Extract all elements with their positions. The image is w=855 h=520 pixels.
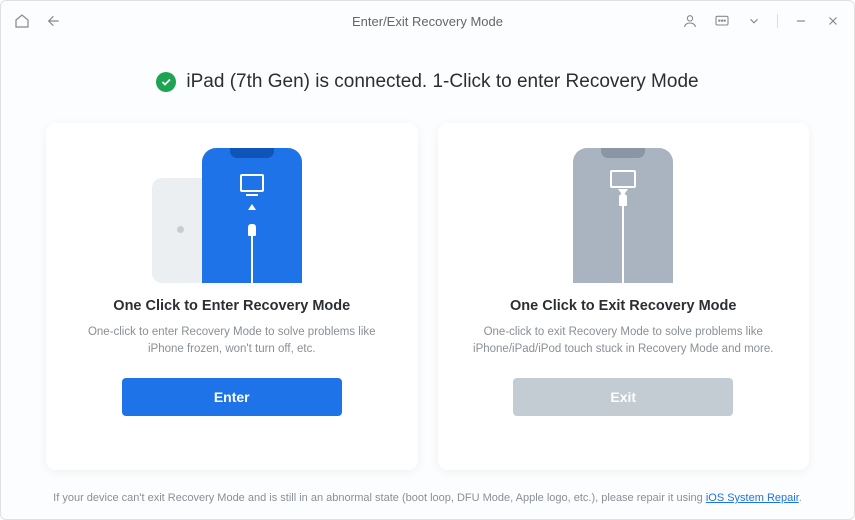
window-title: Enter/Exit Recovery Mode xyxy=(352,14,503,29)
minimize-icon[interactable] xyxy=(792,12,810,30)
status-line: iPad (7th Gen) is connected. 1-Click to … xyxy=(1,71,854,93)
footer-suffix: . xyxy=(799,492,802,504)
exit-button[interactable]: Exit xyxy=(513,378,733,416)
exit-recovery-card: One Click to Exit Recovery Mode One-clic… xyxy=(438,123,810,470)
titlebar-right xyxy=(681,12,842,30)
exit-card-title: One Click to Exit Recovery Mode xyxy=(510,298,736,314)
chevron-down-icon[interactable] xyxy=(745,12,763,30)
enter-card-title: One Click to Enter Recovery Mode xyxy=(113,298,350,314)
footer-prefix: If your device can't exit Recovery Mode … xyxy=(53,492,706,504)
feedback-icon[interactable] xyxy=(713,12,731,30)
exit-illustration xyxy=(533,148,713,283)
back-icon[interactable] xyxy=(45,12,63,30)
home-icon[interactable] xyxy=(13,12,31,30)
titlebar: Enter/Exit Recovery Mode xyxy=(1,1,854,41)
check-circle-icon xyxy=(156,72,176,92)
cards-container: One Click to Enter Recovery Mode One-cli… xyxy=(1,123,854,470)
app-window: Enter/Exit Recovery Mode iPad (7th Gen) xyxy=(0,0,855,520)
footer-note: If your device can't exit Recovery Mode … xyxy=(1,470,854,519)
enter-recovery-card: One Click to Enter Recovery Mode One-cli… xyxy=(46,123,418,470)
exit-card-desc: One-click to exit Recovery Mode to solve… xyxy=(468,324,780,360)
user-icon[interactable] xyxy=(681,12,699,30)
status-text: iPad (7th Gen) is connected. 1-Click to … xyxy=(186,71,698,93)
ios-system-repair-link[interactable]: iOS System Repair xyxy=(706,492,799,504)
enter-illustration xyxy=(142,148,322,283)
divider xyxy=(777,14,778,28)
titlebar-left xyxy=(13,12,63,30)
enter-card-desc: One-click to enter Recovery Mode to solv… xyxy=(76,324,388,360)
close-icon[interactable] xyxy=(824,12,842,30)
enter-button[interactable]: Enter xyxy=(122,378,342,416)
